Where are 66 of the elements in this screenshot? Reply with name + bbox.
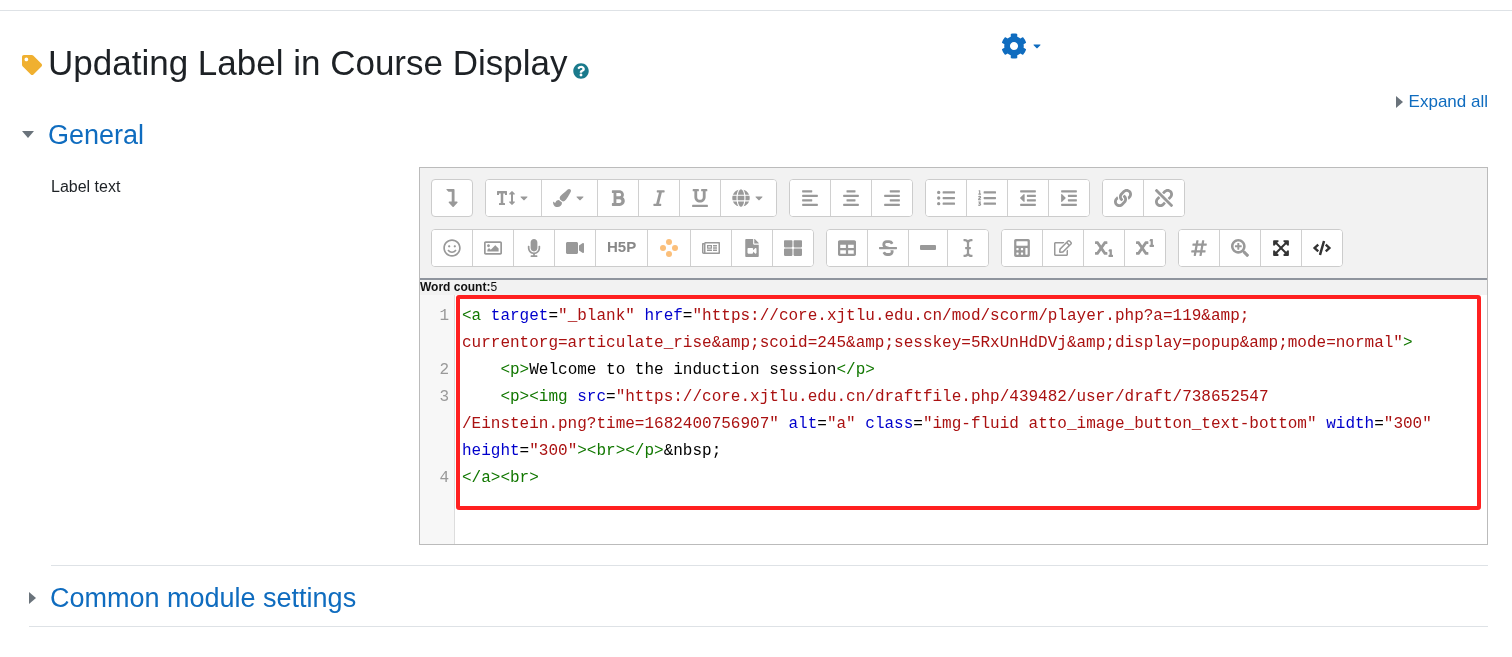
subscript-icon	[1095, 238, 1114, 257]
caret-right-icon	[29, 591, 36, 604]
edit-icon	[1054, 238, 1073, 257]
expand-icon	[1272, 238, 1291, 257]
microphone-icon	[525, 238, 543, 257]
line-number: 3	[439, 386, 449, 408]
underline-icon	[691, 188, 709, 207]
settings-menu-button[interactable]	[1001, 33, 1043, 59]
grid-icon	[784, 238, 803, 257]
align-right-icon	[883, 188, 901, 207]
link-icon	[1114, 188, 1132, 207]
link-button[interactable]	[1103, 179, 1144, 216]
strikethrough-icon	[879, 238, 898, 257]
bullet-list-button[interactable]	[926, 179, 967, 216]
table-icon	[838, 238, 857, 257]
table-button[interactable]	[827, 229, 869, 266]
superscript-icon	[1136, 238, 1155, 257]
unlink-icon	[1155, 188, 1173, 207]
minus-icon	[920, 245, 937, 250]
globe-icon	[732, 188, 750, 207]
line-number: 4	[439, 467, 449, 489]
video-file-icon	[743, 238, 762, 257]
align-center-icon	[842, 188, 860, 207]
code-line: <a target="_blank" href="https://core.xjtlu.edu.cn/mod/scorm/player.php?a=119&amp;	[462, 305, 1250, 327]
calculator-button[interactable]	[1002, 229, 1044, 266]
section-toggle[interactable]: Common module settings	[29, 579, 357, 616]
image-icon	[484, 238, 502, 257]
collapse-button[interactable]	[431, 178, 473, 217]
zoom-in-icon	[1231, 238, 1250, 257]
bullet-list-icon	[937, 188, 955, 207]
code-line: <p><img src="https://core.xjtlu.edu.cn/draftfile.php/439482/user/draft/738652547	[499, 386, 1269, 408]
line-number: 2	[439, 359, 449, 381]
code-line: currentorg=articulate_rise&amp;scoid=245&amp;sesskey=5RxUnHdDVj&amp;display=popup&amp;mode=normal">	[462, 332, 1413, 354]
hashtag-button[interactable]	[1179, 229, 1221, 266]
smiley-icon	[443, 238, 461, 257]
code-line: /Einstein.png?time=1682400756907" alt="a" class="img-fluid atto_image_button_text-bottom" width="300"	[462, 413, 1432, 435]
code-line: </a><br>	[462, 467, 539, 489]
code-line: <p>Welcome to the induction session</p>	[499, 359, 875, 381]
section-toggle[interactable]: General	[22, 116, 145, 153]
align-left-icon	[801, 188, 819, 207]
dots-icon	[659, 237, 680, 258]
align-left-button[interactable]	[790, 179, 831, 216]
code-icon	[1313, 238, 1332, 257]
caret-down-icon	[22, 131, 34, 138]
paintbrush-icon	[553, 188, 571, 207]
tag-icon	[22, 55, 42, 75]
numbered-list-icon	[978, 188, 996, 207]
calculator-icon	[1013, 238, 1032, 257]
font-size-button[interactable]	[486, 179, 542, 216]
emoji-button[interactable]	[432, 229, 473, 266]
hashtag-icon	[1190, 238, 1209, 257]
word-count-label: Word count:	[420, 279, 491, 295]
expand-all-link[interactable]: Expand all	[1395, 89, 1488, 115]
help-icon[interactable]	[573, 63, 590, 79]
indent-icon	[1060, 188, 1078, 207]
settings-icon	[1001, 33, 1027, 59]
outdent-icon	[1019, 188, 1037, 207]
word-count-value: 5	[490, 279, 498, 295]
caret-right-icon	[1395, 95, 1403, 108]
italic-icon	[650, 188, 668, 207]
code-line: height="300"><br></p>&nbsp;	[462, 440, 722, 462]
bold-icon	[609, 188, 627, 207]
page-title: Updating Label in Course Display	[48, 42, 568, 84]
field-label: Label text	[51, 176, 122, 197]
text-size-icon	[497, 188, 515, 207]
line-number: 1	[439, 305, 449, 327]
